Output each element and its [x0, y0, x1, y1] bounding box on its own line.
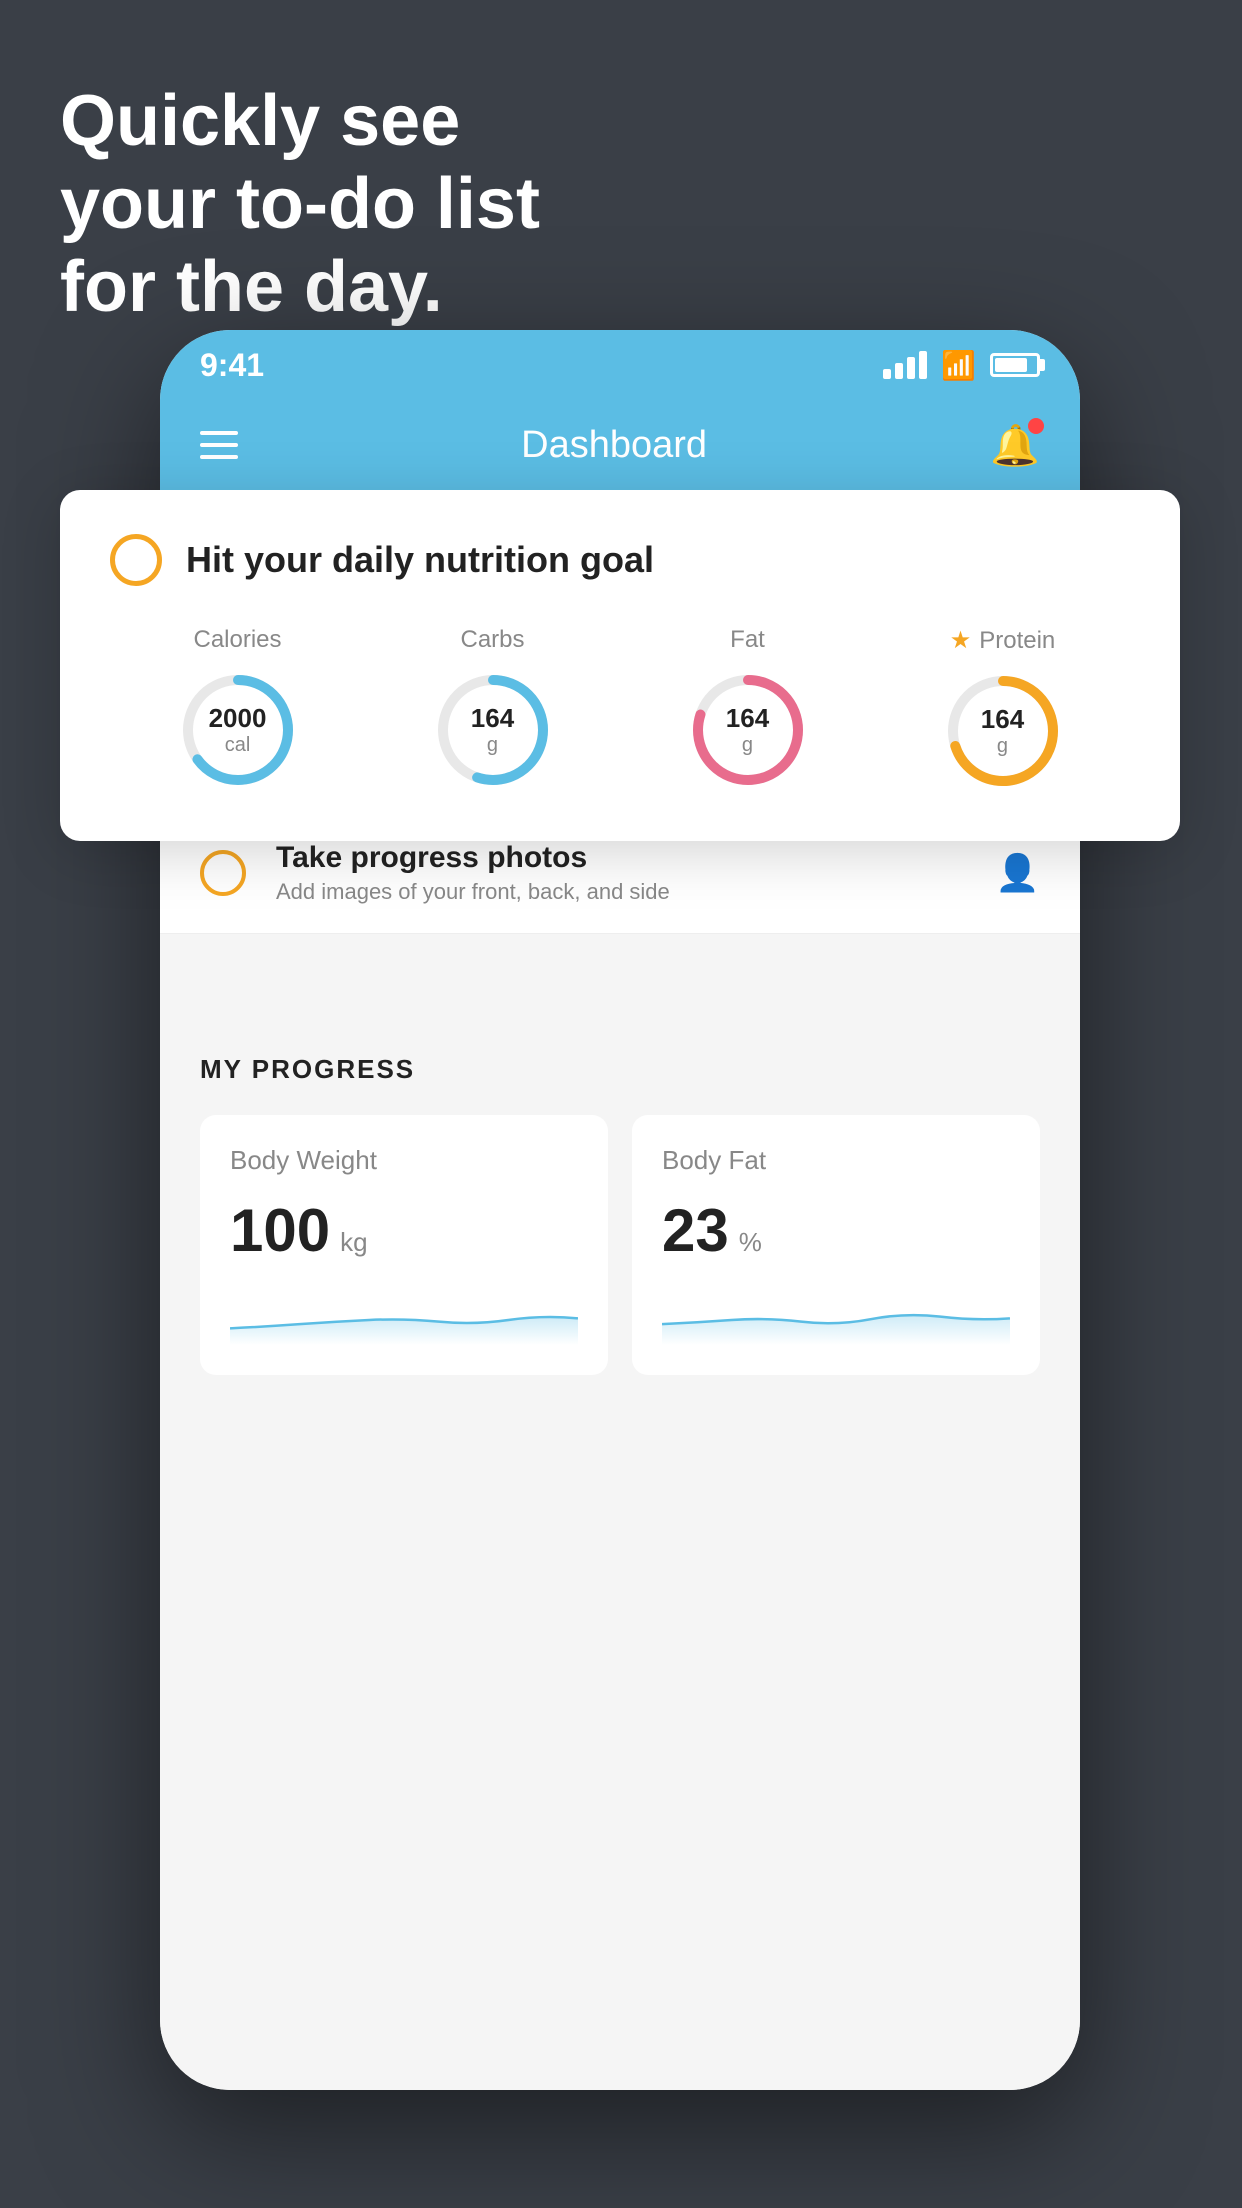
- status-bar: 9:41 📶: [160, 330, 1080, 400]
- ring-calories: Calories 2000 cal: [178, 626, 298, 790]
- status-icons: 📶: [883, 349, 1040, 382]
- body-fat-card: Body Fat 23 %: [632, 1115, 1040, 1375]
- nutrition-card-header: Hit your daily nutrition goal: [110, 534, 1130, 586]
- ring-value-protein: 164: [981, 704, 1024, 735]
- nutrition-rings: Calories 2000 cal Carbs: [110, 616, 1130, 791]
- ring-fat: Fat 164 g: [688, 626, 808, 790]
- todo-circle-photos: [200, 850, 246, 896]
- signal-icon: [883, 351, 927, 379]
- todo-desc-photos: Add images of your front, back, and side: [276, 879, 965, 905]
- ring-value-carbs: 164: [471, 703, 514, 734]
- hamburger-menu-icon[interactable]: [200, 431, 238, 459]
- ring-label-calories: Calories: [193, 626, 281, 654]
- ring-label-fat: Fat: [730, 626, 765, 654]
- body-weight-value: 100: [230, 1196, 330, 1265]
- body-weight-unit: kg: [340, 1227, 367, 1258]
- ring-protein: ★ Protein 164 g: [943, 626, 1063, 791]
- nutrition-check-circle[interactable]: [110, 534, 162, 586]
- body-fat-unit: %: [739, 1227, 762, 1258]
- ring-svg-carbs: 164 g: [433, 670, 553, 790]
- star-icon: ★: [950, 626, 972, 655]
- body-weight-chart: [230, 1295, 578, 1345]
- nutrition-card: Hit your daily nutrition goal Calories 2…: [60, 490, 1180, 841]
- wifi-icon: 📶: [941, 349, 976, 382]
- body-fat-label: Body Fat: [662, 1145, 1010, 1176]
- body-fat-chart: [662, 1295, 1010, 1345]
- ring-svg-calories: 2000 cal: [178, 670, 298, 790]
- nutrition-card-title: Hit your daily nutrition goal: [186, 539, 654, 581]
- battery-icon: [990, 353, 1040, 377]
- ring-value-fat: 164: [726, 703, 769, 734]
- body-weight-label: Body Weight: [230, 1145, 578, 1176]
- ring-carbs: Carbs 164 g: [433, 626, 553, 790]
- progress-cards: Body Weight 100 kg: [200, 1115, 1040, 1375]
- bell-icon[interactable]: 🔔: [990, 422, 1040, 469]
- status-time: 9:41: [200, 347, 264, 384]
- ring-svg-protein: 164 g: [943, 671, 1063, 791]
- ring-svg-fat: 164 g: [688, 670, 808, 790]
- ring-value-calories: 2000: [209, 703, 267, 734]
- ring-unit-calories: cal: [209, 734, 267, 757]
- notification-dot: [1028, 418, 1044, 434]
- background-headline: Quickly see your to-do list for the day.: [60, 80, 540, 328]
- ring-label-carbs: Carbs: [460, 626, 524, 654]
- ring-unit-protein: g: [981, 735, 1024, 758]
- body-fat-value: 23: [662, 1196, 729, 1265]
- header-title: Dashboard: [521, 424, 707, 467]
- ring-unit-fat: g: [726, 734, 769, 757]
- photo-icon: 👤: [995, 852, 1040, 894]
- todo-name-photos: Take progress photos: [276, 841, 965, 875]
- app-header: Dashboard 🔔: [160, 400, 1080, 490]
- my-progress-section: MY PROGRESS Body Weight 100 kg: [160, 1014, 1080, 1375]
- ring-label-protein: ★ Protein: [950, 626, 1056, 655]
- my-progress-title: MY PROGRESS: [200, 1054, 1040, 1085]
- body-weight-card: Body Weight 100 kg: [200, 1115, 608, 1375]
- ring-unit-carbs: g: [471, 734, 514, 757]
